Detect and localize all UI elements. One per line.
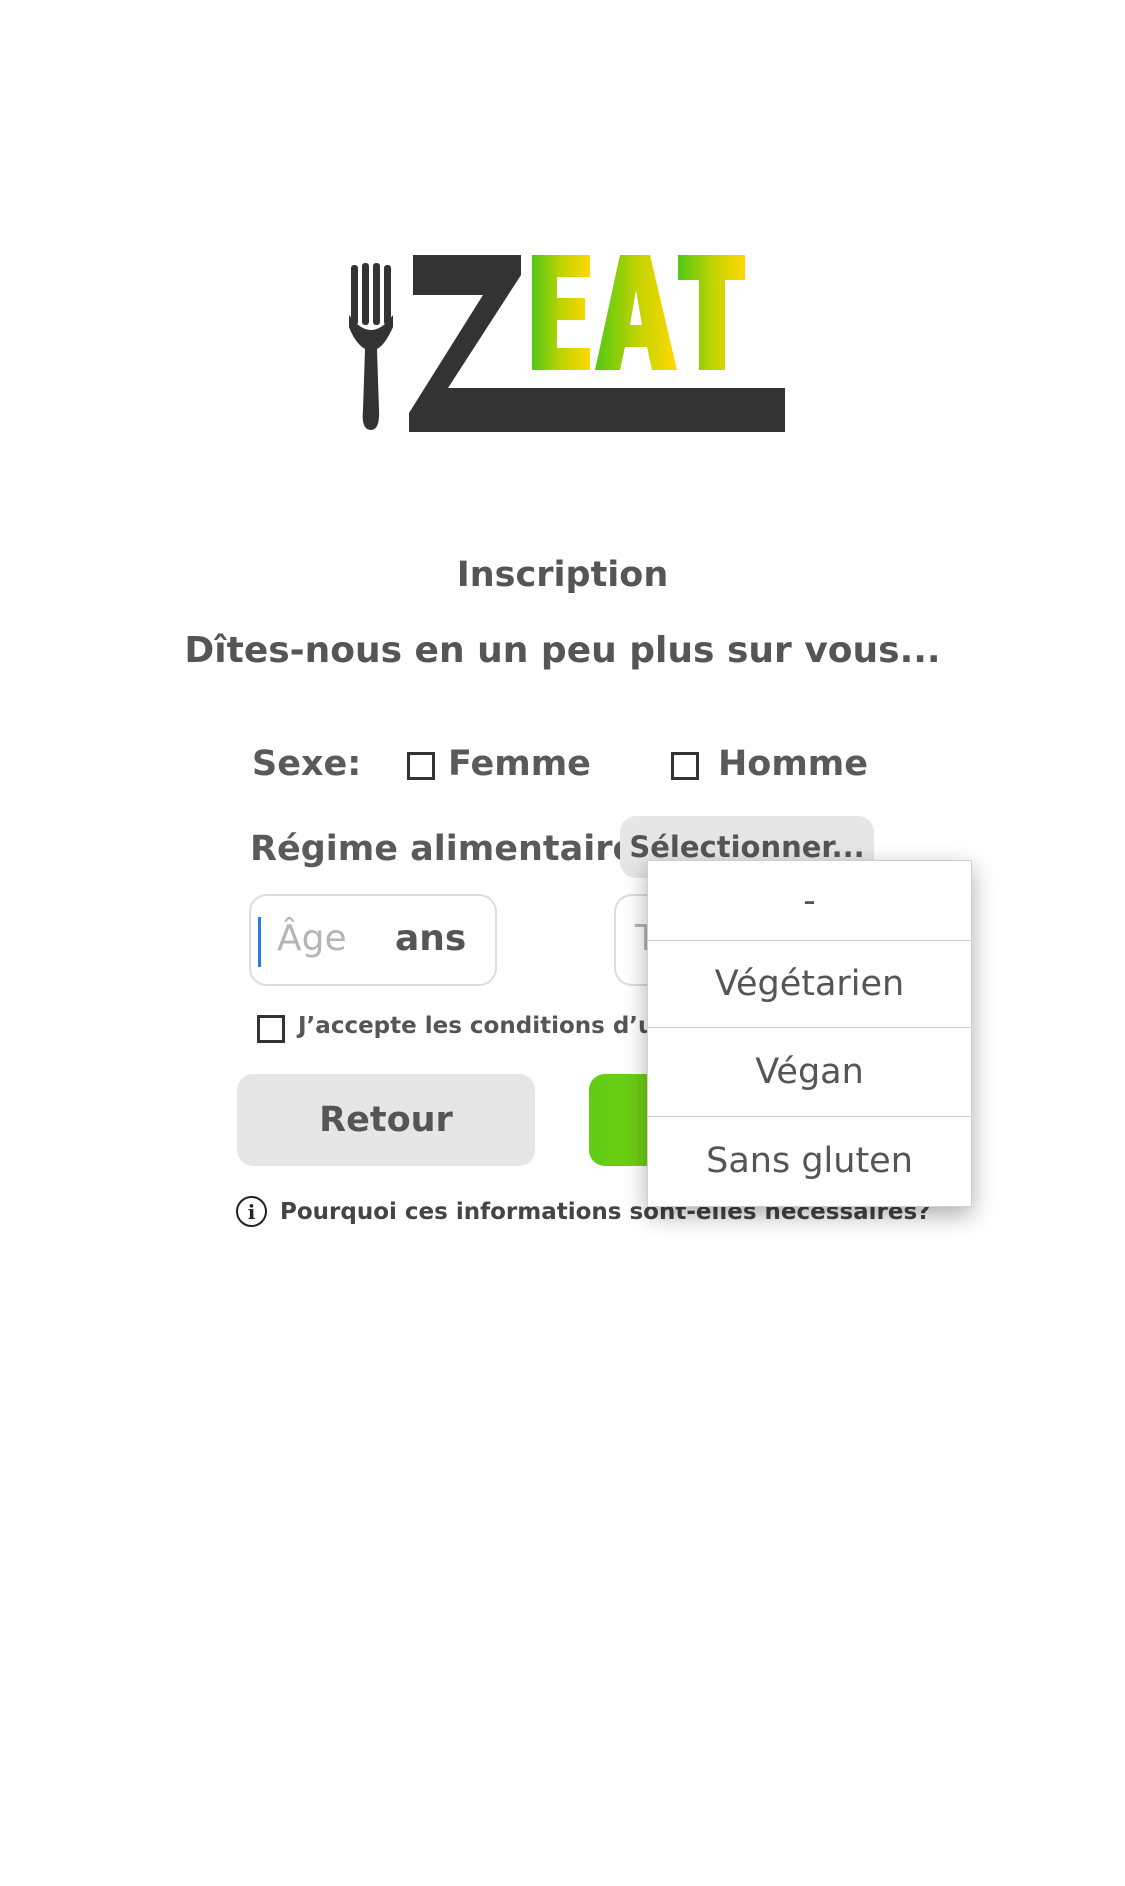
terms-checkbox[interactable] xyxy=(257,1015,285,1043)
page-title: Inscription xyxy=(456,555,669,595)
age-placeholder: Âge xyxy=(277,918,347,959)
fork-icon xyxy=(349,263,393,430)
dropdown-option-vegetarien[interactable]: Végétarien xyxy=(648,941,971,1027)
homme-label[interactable]: Homme xyxy=(718,744,868,784)
sexe-label: Sexe: xyxy=(252,744,362,784)
zeat-logo xyxy=(349,255,785,432)
dropdown-option-none[interactable]: - xyxy=(648,861,971,940)
info-icon[interactable]: i xyxy=(236,1196,267,1227)
regime-label: Régime alimentaire: xyxy=(250,829,651,869)
homme-checkbox[interactable] xyxy=(671,752,699,780)
terms-label[interactable]: J’accepte les conditions d’util xyxy=(298,1013,681,1039)
regime-dropdown-menu: - Végétarien Végan Sans gluten xyxy=(647,860,972,1207)
femme-label[interactable]: Femme xyxy=(448,744,591,784)
page-subtitle: Dîtes-nous en un peu plus sur vous... xyxy=(184,630,941,671)
back-button[interactable]: Retour xyxy=(237,1074,535,1166)
dropdown-option-vegan[interactable]: Végan xyxy=(648,1028,971,1116)
text-caret xyxy=(258,917,261,967)
age-unit-label: ans xyxy=(395,918,467,959)
femme-checkbox[interactable] xyxy=(407,752,435,780)
dropdown-option-sans-gluten[interactable]: Sans gluten xyxy=(648,1117,971,1205)
